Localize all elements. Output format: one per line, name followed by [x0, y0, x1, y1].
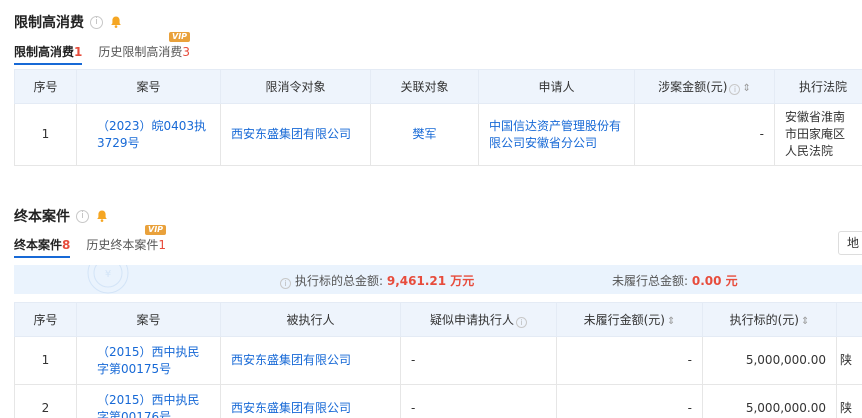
col-header: 案号 [76, 302, 221, 337]
col-header-amount[interactable]: 涉案金额(元) i ⇕ [634, 69, 775, 104]
col-header-applicant: 疑似申请执行人 i [400, 302, 557, 337]
target-value: 5,000,000.00 [702, 336, 837, 385]
tab-restriction-history[interactable]: 历史限制高消费3 VIP [98, 32, 191, 65]
row-number: 1 [14, 103, 77, 166]
total-target-amount: i 执行标的总金额: 9,461.21 万元 [278, 272, 474, 289]
map-button[interactable]: 地 [838, 231, 862, 255]
target-company-link[interactable]: 西安东盛集团有限公司 [220, 103, 371, 166]
col-header: 关联对象 [370, 69, 479, 104]
section-title-restriction: 限制高消费 i [14, 12, 123, 32]
sort-icon[interactable]: ⇕ [801, 316, 809, 327]
col-header: 序号 [14, 69, 77, 104]
amount-value: - [634, 103, 775, 166]
court-value: 陕 [836, 384, 862, 418]
executed-company-link[interactable]: 西安东盛集团有限公司 [220, 336, 401, 385]
table-row: 1 （2023）皖0403执3729号 西安东盛集团有限公司 樊军 中国信达资产… [14, 103, 862, 166]
vip-badge: VIP [145, 225, 167, 235]
final-cases-table: 序号 案号 被执行人 疑似申请执行人 i 未履行金额(元) ⇕ 执行标的(元) ⇕ 1… [14, 302, 862, 418]
svg-text:¥: ¥ [105, 269, 111, 280]
section-title-final-cases: 终本案件 i [14, 206, 109, 226]
col-header: 限消令对象 [220, 69, 371, 104]
applicant-value: - [400, 384, 557, 418]
tabs-restriction: 限制高消费1 历史限制高消费3 VIP [14, 32, 191, 65]
applicant-value: - [400, 336, 557, 385]
section-title-text: 限制高消费 [14, 15, 84, 31]
total-unpaid-amount: 未履行总金额: 0.00 元 [612, 274, 738, 288]
tab-final-cases-history[interactable]: 历史终本案件1 VIP [86, 225, 167, 258]
col-header-target[interactable]: 执行标的(元) ⇕ [702, 302, 837, 337]
court-value: 安徽省淮南市田家庵区人民法院 [774, 103, 862, 166]
restriction-table: 序号 案号 限消令对象 关联对象 申请人 涉案金额(元) i ⇕ 执行法院 1 （2… [14, 69, 862, 166]
executed-company-link[interactable]: 西安东盛集团有限公司 [220, 384, 401, 418]
col-header-extra [836, 302, 862, 337]
col-header: 申请人 [478, 69, 635, 104]
info-icon[interactable]: i [280, 278, 291, 289]
col-header: 执行法院 [774, 69, 862, 104]
table-header-row: 序号 案号 被执行人 疑似申请执行人 i 未履行金额(元) ⇕ 执行标的(元) ⇕ [14, 302, 862, 337]
target-value: 5,000,000.00 [702, 384, 837, 418]
tab-final-cases-current[interactable]: 终本案件8 [14, 236, 71, 258]
sort-icon[interactable]: ⇕ [667, 316, 675, 327]
case-number-link[interactable]: （2023）皖0403执3729号 [76, 103, 221, 166]
col-header: 案号 [76, 69, 221, 104]
court-value: 陕 [836, 336, 862, 385]
info-icon[interactable]: i [90, 15, 103, 29]
bell-icon[interactable] [109, 15, 123, 29]
table-row: 1 （2015）西中执民字第00175号 西安东盛集团有限公司 - - 5,00… [14, 336, 862, 385]
col-header-unpaid[interactable]: 未履行金额(元) ⇕ [556, 302, 703, 337]
row-number: 2 [14, 384, 77, 418]
case-number-link[interactable]: （2015）西中执民字第00175号 [76, 336, 221, 385]
unpaid-value: - [556, 384, 703, 418]
sort-icon[interactable]: ⇕ [742, 83, 750, 94]
watermark-seal-icon: ¥ [87, 265, 129, 294]
vip-badge: VIP [169, 32, 191, 42]
tabs-final-cases: 终本案件8 历史终本案件1 VIP [14, 225, 167, 258]
bell-icon[interactable] [95, 209, 109, 223]
case-number-link[interactable]: （2015）西中执民字第00176号 [76, 384, 221, 418]
col-header: 被执行人 [220, 302, 401, 337]
table-row: 2 （2015）西中执民字第00176号 西安东盛集团有限公司 - - 5,00… [14, 384, 862, 418]
section-title-text: 终本案件 [14, 209, 70, 225]
unpaid-value: - [556, 336, 703, 385]
related-person-link[interactable]: 樊军 [370, 103, 479, 166]
info-icon[interactable]: i [516, 317, 527, 328]
applicant-link[interactable]: 中国信达资产管理股份有限公司安徽省分公司 [478, 103, 635, 166]
row-number: 1 [14, 336, 77, 385]
tab-restriction-current[interactable]: 限制高消费1 [14, 43, 83, 65]
table-header-row: 序号 案号 限消令对象 关联对象 申请人 涉案金额(元) i ⇕ 执行法院 [14, 69, 862, 104]
info-icon[interactable]: i [76, 209, 89, 223]
summary-bar: ¥ i 执行标的总金额: 9,461.21 万元 未履行总金额: 0.00 元 [14, 265, 862, 294]
col-header: 序号 [14, 302, 77, 337]
info-icon[interactable]: i [729, 84, 741, 95]
